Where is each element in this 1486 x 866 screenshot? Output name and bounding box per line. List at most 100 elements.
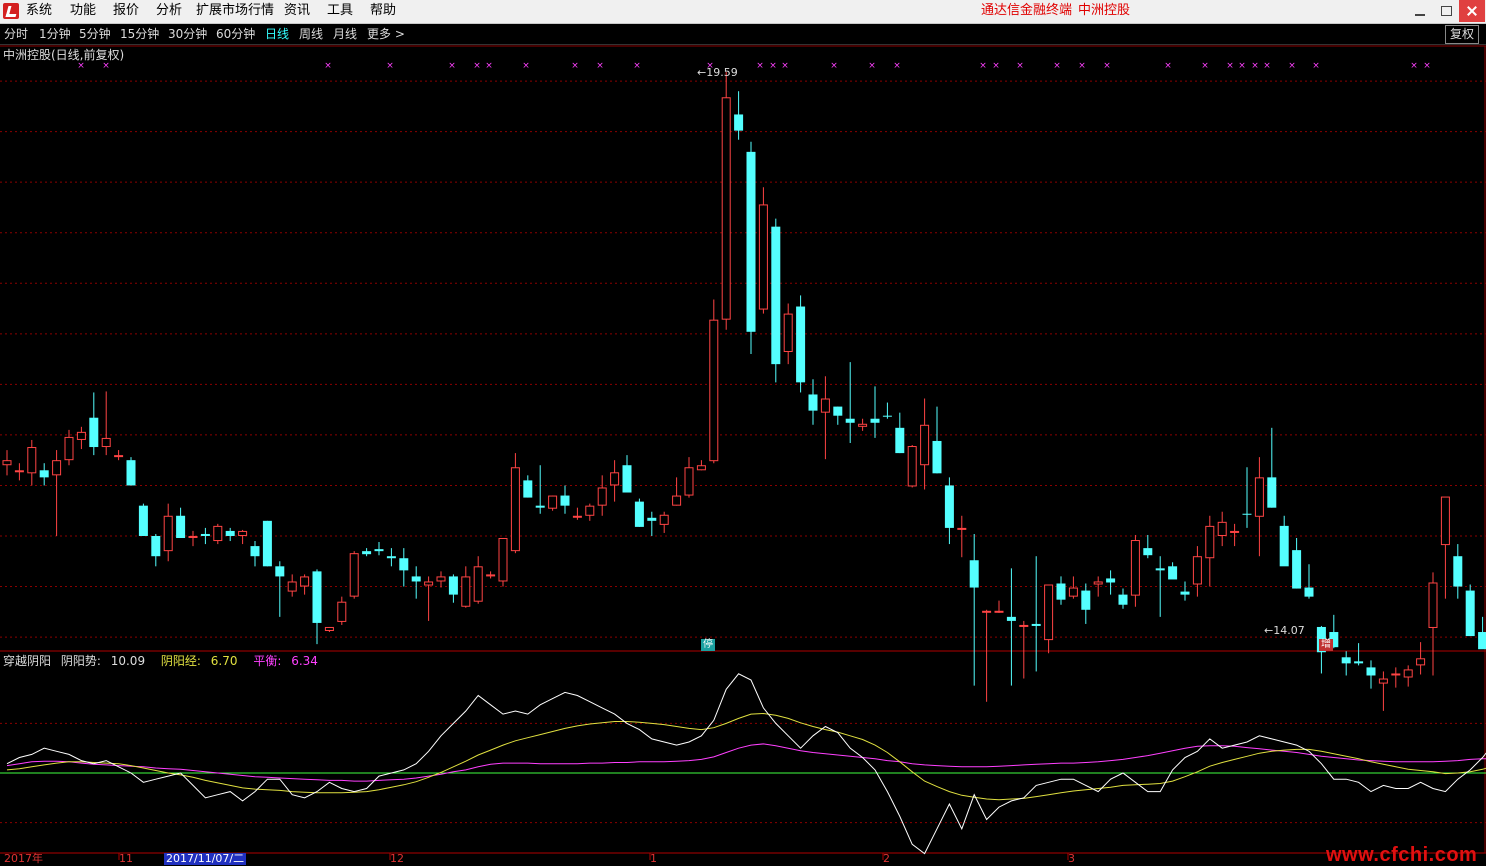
candle-body-down bbox=[895, 427, 905, 454]
candle-body-up bbox=[337, 601, 347, 622]
candle bbox=[808, 379, 818, 425]
candle-body-down bbox=[1081, 590, 1091, 610]
candle bbox=[362, 548, 372, 557]
candle bbox=[238, 529, 248, 545]
candle bbox=[1192, 546, 1202, 597]
candle-body-down bbox=[225, 530, 235, 536]
candle-body-up bbox=[1068, 587, 1078, 597]
candle-body-up bbox=[1403, 669, 1413, 678]
candle bbox=[969, 533, 979, 686]
candle bbox=[1366, 660, 1376, 689]
yinyang-jing-label: 阴阳经: bbox=[160, 654, 201, 668]
candle bbox=[907, 445, 917, 488]
candle bbox=[820, 376, 830, 460]
candle bbox=[1168, 562, 1178, 580]
candle-body-up bbox=[659, 514, 669, 525]
candle-body-down bbox=[1279, 525, 1289, 567]
chart-area[interactable]: × × × × × × × × × × × × × × × × × × × × × × × × × × × × × × × × × × ←19.5… bbox=[0, 0, 1486, 865]
candle-body-up bbox=[2, 460, 12, 466]
candle-body-up bbox=[76, 431, 86, 440]
candle bbox=[89, 392, 99, 456]
candle bbox=[734, 91, 744, 140]
candle-body-up bbox=[783, 313, 793, 353]
candle bbox=[163, 503, 173, 562]
candle-body-up bbox=[498, 538, 508, 582]
candle-body-down bbox=[386, 556, 396, 559]
event-marker: × bbox=[830, 61, 838, 71]
indicator-name: 穿越阴阳 bbox=[3, 654, 52, 668]
event-marker: × bbox=[1263, 61, 1271, 71]
candle-body-up bbox=[920, 424, 930, 466]
candle-body-down bbox=[882, 415, 892, 417]
candle bbox=[1006, 568, 1016, 686]
high-price-label: ←19.59 bbox=[697, 66, 738, 79]
candle bbox=[114, 450, 124, 461]
candle-body-up bbox=[1416, 658, 1426, 666]
event-marker: × bbox=[448, 61, 456, 71]
candle bbox=[572, 507, 582, 520]
candle-body-up bbox=[696, 465, 706, 471]
candle-body-up bbox=[672, 495, 682, 506]
candle-body-down bbox=[1143, 548, 1153, 556]
candle-body-up bbox=[188, 535, 198, 538]
candle-body-down bbox=[126, 460, 136, 486]
candle-body-down bbox=[275, 566, 285, 577]
candle-body-up bbox=[858, 423, 868, 427]
candle-body-up bbox=[1093, 581, 1103, 585]
date-axis bbox=[118, 853, 1069, 860]
candle bbox=[709, 299, 719, 464]
tag-ting[interactable]: 停 bbox=[701, 639, 715, 651]
candle-body-up bbox=[213, 525, 223, 542]
candle bbox=[659, 511, 669, 533]
candle-body-down bbox=[746, 151, 756, 332]
candle bbox=[684, 457, 694, 498]
candle-body-up bbox=[1378, 678, 1388, 684]
candle bbox=[1391, 667, 1401, 688]
candle bbox=[1031, 556, 1041, 672]
event-marker: × bbox=[596, 61, 604, 71]
candle-body-down bbox=[1478, 632, 1486, 650]
candle-body-down bbox=[771, 226, 781, 365]
pingheng-value: 6.34 bbox=[291, 654, 318, 668]
candle bbox=[27, 439, 37, 486]
candle bbox=[1378, 671, 1388, 711]
pingheng-line bbox=[6, 743, 1486, 782]
tag-zeng[interactable]: 增 bbox=[1319, 639, 1333, 651]
candle-body-up bbox=[461, 576, 471, 607]
candle-body-up bbox=[510, 467, 520, 552]
candle-body-down bbox=[250, 546, 260, 557]
candle-body-up bbox=[1217, 521, 1227, 536]
event-marker: × bbox=[1016, 61, 1024, 71]
candle-body-down bbox=[523, 480, 533, 498]
event-markers: × × × × × × × × × × × × × × × × × × × × × × × × × × × × × × × × × × bbox=[77, 61, 1431, 71]
candle bbox=[895, 412, 905, 454]
candle-body-down bbox=[833, 406, 843, 416]
candle bbox=[1044, 584, 1054, 654]
candle bbox=[721, 72, 731, 330]
candle bbox=[1242, 467, 1252, 528]
candle bbox=[1217, 511, 1227, 547]
candlestick-series bbox=[2, 72, 1486, 711]
candle-body-up bbox=[52, 460, 62, 476]
candle-body-down bbox=[535, 505, 545, 508]
candle bbox=[610, 460, 620, 502]
candle-body-up bbox=[907, 446, 917, 487]
candle bbox=[1056, 576, 1066, 605]
candle bbox=[250, 541, 260, 567]
candle bbox=[349, 551, 359, 599]
event-marker: × bbox=[1078, 61, 1086, 71]
candle bbox=[647, 511, 657, 536]
candle bbox=[461, 566, 471, 608]
candle bbox=[882, 402, 892, 419]
candle bbox=[796, 295, 806, 393]
candle-body-down bbox=[39, 470, 49, 478]
candle bbox=[1230, 523, 1240, 547]
candle-body-down bbox=[1155, 568, 1165, 571]
indicator-header: 穿越阴阳 阴阳势: 10.09 阴阳经: 6.70 平衡: 6.34 bbox=[3, 653, 330, 669]
candle bbox=[982, 609, 992, 702]
candle-body-up bbox=[349, 553, 359, 597]
candle-body-up bbox=[684, 467, 694, 496]
candle-body-down bbox=[200, 533, 210, 536]
candle-body-up bbox=[114, 455, 124, 458]
candle bbox=[1453, 544, 1463, 599]
